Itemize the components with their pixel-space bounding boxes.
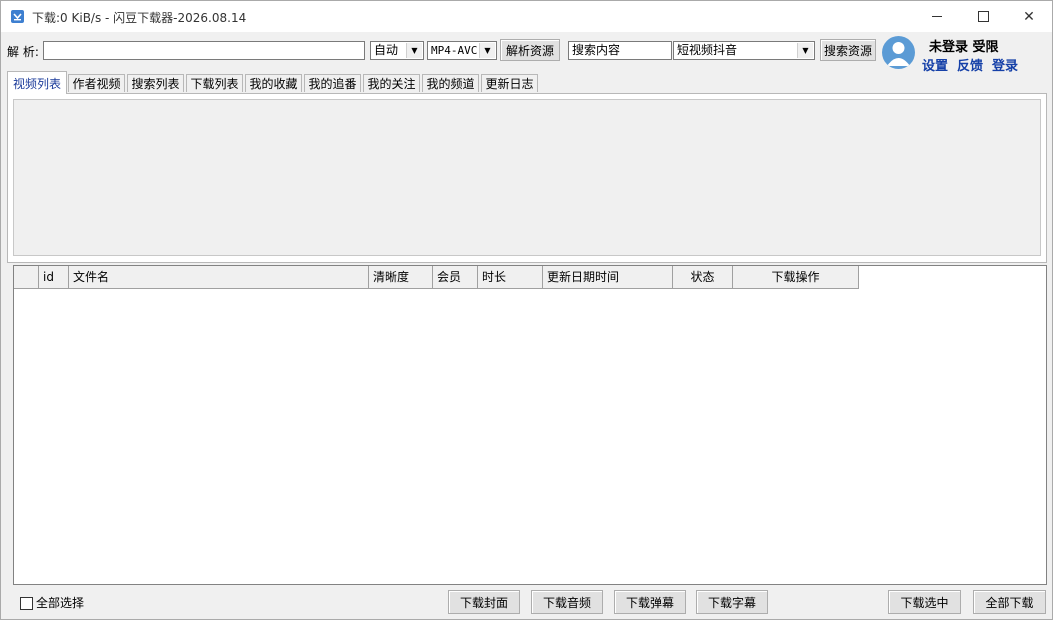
platform-select[interactable]: 短视频抖音 ▼ [673, 41, 815, 60]
format-select[interactable]: MP4-AVC ▼ [427, 41, 497, 60]
table-header: id 文件名 清晰度 会员 时长 更新日期时间 状态 下载操作 [14, 266, 859, 290]
tab-my-favorites[interactable]: 我的收藏 [245, 74, 302, 92]
column-header-quality[interactable]: 清晰度 [369, 266, 433, 289]
file-table[interactable]: id 文件名 清晰度 会员 时长 更新日期时间 状态 下载操作 [13, 265, 1047, 585]
select-all-label[interactable]: 全部选择 [36, 594, 84, 611]
download-all-button[interactable]: 全部下载 [973, 590, 1046, 614]
download-cover-button[interactable]: 下载封面 [448, 590, 520, 614]
settings-link[interactable]: 设置 [922, 55, 948, 74]
avatar[interactable] [882, 36, 915, 69]
tab-panel [7, 93, 1047, 263]
column-header-select[interactable] [14, 266, 39, 289]
column-header-filename[interactable]: 文件名 [69, 266, 369, 289]
window-title: 下载:0 KiB/s - 闪豆下载器-2026.08.14 [32, 11, 247, 25]
url-input[interactable] [43, 41, 365, 60]
app-icon [11, 10, 24, 23]
tab-video-list[interactable]: 视频列表 [7, 71, 67, 94]
mode-select-value: 自动 [374, 43, 399, 57]
chevron-down-icon: ▼ [479, 43, 495, 58]
maximize-icon [977, 11, 989, 22]
column-header-download-action[interactable]: 下载操作 [733, 266, 859, 289]
search-button[interactable]: 搜索资源 [820, 39, 876, 61]
platform-select-value: 短视频抖音 [677, 43, 738, 57]
parse-button[interactable]: 解析资源 [500, 39, 560, 61]
video-info-area [13, 99, 1041, 256]
chevron-down-icon: ▼ [406, 43, 422, 58]
feedback-link[interactable]: 反馈 [957, 55, 983, 74]
minimize-icon [932, 16, 942, 17]
chevron-down-icon: ▼ [797, 43, 813, 58]
tab-my-follow-series[interactable]: 我的追番 [304, 74, 361, 92]
column-header-status[interactable]: 状态 [673, 266, 733, 289]
tab-search-list[interactable]: 搜索列表 [127, 74, 184, 92]
column-header-id[interactable]: id [39, 266, 69, 289]
parse-label: 解 析: [7, 45, 39, 59]
login-link[interactable]: 登录 [992, 55, 1018, 74]
minimize-button[interactable] [914, 1, 960, 32]
download-audio-button[interactable]: 下载音频 [531, 590, 603, 614]
format-select-value: MP4-AVC [431, 44, 478, 57]
tab-changelog[interactable]: 更新日志 [481, 74, 538, 92]
column-header-update-time[interactable]: 更新日期时间 [543, 266, 673, 289]
download-subtitle-button[interactable]: 下载字幕 [696, 590, 768, 614]
mode-select[interactable]: 自动 ▼ [370, 41, 424, 60]
column-header-duration[interactable]: 时长 [478, 266, 543, 289]
tab-my-following[interactable]: 我的关注 [363, 74, 420, 92]
tab-my-channels[interactable]: 我的频道 [422, 74, 479, 92]
tab-download-list[interactable]: 下载列表 [186, 74, 243, 92]
select-all-checkbox[interactable] [20, 597, 33, 610]
user-icon [887, 42, 910, 66]
download-danmaku-button[interactable]: 下载弹幕 [614, 590, 686, 614]
search-input[interactable]: 搜索内容 [568, 41, 672, 60]
close-icon: ✕ [1023, 8, 1035, 25]
app-window: 下载:0 KiB/s - 闪豆下载器-2026.08.14 ✕ 解 析: 自动 … [0, 0, 1053, 620]
download-selected-button[interactable]: 下载选中 [888, 590, 961, 614]
column-header-member[interactable]: 会员 [433, 266, 478, 289]
close-button[interactable]: ✕ [1006, 1, 1052, 32]
maximize-button[interactable] [960, 1, 1006, 32]
tab-author-videos[interactable]: 作者视频 [68, 74, 125, 92]
title-bar: 下载:0 KiB/s - 闪豆下载器-2026.08.14 ✕ [1, 1, 1052, 32]
login-status: 未登录 受限 [929, 40, 999, 55]
